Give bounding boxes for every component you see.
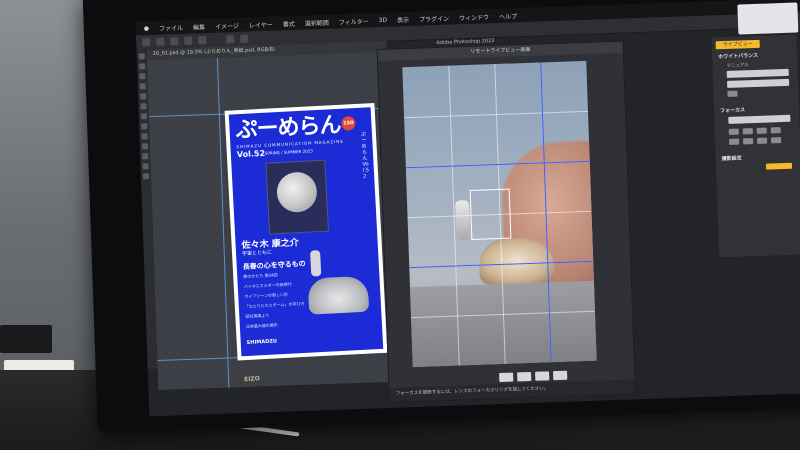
magazine-volume: Vol.52 xyxy=(236,148,266,160)
grid-toggle-button[interactable] xyxy=(535,371,550,381)
window-title[interactable]: リモートライブビュー画面 xyxy=(377,41,623,62)
magazine-spine-text: ぷーめらん Vol.52 xyxy=(360,131,370,180)
move-tool-icon[interactable] xyxy=(138,53,145,60)
eraser-tool-icon[interactable] xyxy=(141,123,148,130)
magazine-cover-art: ぷーめらん SHIMAZU COMMUNICATION MAGAZINE Vol… xyxy=(228,107,384,357)
tab-live-view[interactable]: ライブビュー xyxy=(715,39,760,50)
tool-preset-icon[interactable] xyxy=(142,38,151,47)
zoom-button[interactable] xyxy=(499,372,514,383)
featured-person-caption: 宇宙とともに xyxy=(241,249,273,258)
magazine-title: ぷーめらん xyxy=(234,112,342,144)
contents-line: 研究現場より xyxy=(245,312,270,320)
menu-item[interactable]: レイヤー xyxy=(249,19,273,29)
background-device xyxy=(0,325,52,353)
contents-line: 日本最大級の展示 xyxy=(245,322,278,330)
apple-icon[interactable]: ● xyxy=(144,25,149,32)
brush-tool-icon[interactable] xyxy=(140,103,147,110)
focus-chip[interactable] xyxy=(770,127,781,134)
camera-settings-panel: ライブビュー ホワイトバランス マニュアル フォーカス 撮影設定 xyxy=(711,34,800,258)
white-balance-field[interactable] xyxy=(726,68,789,78)
option-icon[interactable] xyxy=(170,37,179,46)
menu-item[interactable]: イメージ xyxy=(215,20,239,30)
mini-window[interactable] xyxy=(737,2,799,35)
hand-tool-icon[interactable] xyxy=(142,163,149,170)
monitor-brand-logo: EIZO xyxy=(243,375,261,384)
focus-field[interactable] xyxy=(728,114,791,124)
zoom-tool-icon[interactable] xyxy=(142,173,150,180)
focus-chip[interactable] xyxy=(756,127,767,134)
white-balance-value[interactable]: マニュアル xyxy=(726,62,749,69)
guide-line xyxy=(216,57,230,388)
magazine-date: SPRING / SUMMER 2023 xyxy=(264,148,313,156)
moon-photo xyxy=(265,159,330,235)
focus-label: フォーカス xyxy=(719,107,746,115)
magazine-cover: ぷーめらん SHIMAZU COMMUNICATION MAGAZINE Vol… xyxy=(224,102,388,361)
feature-title: 長春の心を守るもの xyxy=(242,259,306,272)
zoom-button[interactable] xyxy=(517,371,532,382)
astronaut-figure xyxy=(455,200,471,241)
color-temp-field[interactable] xyxy=(727,78,790,88)
menu-item[interactable]: 書式 xyxy=(283,19,295,28)
menu-item[interactable]: 3D xyxy=(378,16,387,23)
menu-item[interactable]: ファイル xyxy=(159,22,183,32)
lasso-tool-icon[interactable] xyxy=(139,73,146,80)
eyedropper-tool-icon[interactable] xyxy=(140,93,147,100)
contents-line: 夢のかたち 第04回 xyxy=(243,272,278,280)
capture-settings-label: 撮影設定 xyxy=(721,155,742,163)
contents-line: ライフシーンの新しい形 xyxy=(244,291,289,300)
toy-car xyxy=(307,275,370,315)
toy-car xyxy=(478,237,555,285)
menu-item[interactable]: 選択範囲 xyxy=(305,17,329,27)
scene: ● ファイル 編集 イメージ レイヤー 書式 選択範囲 フィルター 3D 表示 … xyxy=(0,0,800,450)
contents-line: 「ひとりたちとチーム」の学び方 xyxy=(244,300,305,310)
astronaut-figure xyxy=(309,250,322,277)
pen-tool-icon[interactable] xyxy=(141,143,149,150)
moon-icon xyxy=(275,171,318,214)
option-icon[interactable] xyxy=(226,35,235,44)
gradient-tool-icon[interactable] xyxy=(141,133,148,140)
focus-chip[interactable] xyxy=(729,138,740,145)
focus-chip[interactable] xyxy=(771,137,782,144)
focus-chip[interactable] xyxy=(757,137,768,144)
menu-item[interactable]: 表示 xyxy=(397,15,409,24)
monitor-screen: ● ファイル 編集 イメージ レイヤー 書式 選択範囲 フィルター 3D 表示 … xyxy=(135,0,800,417)
menu-item[interactable]: プラグイン xyxy=(419,13,449,23)
marquee-tool-icon[interactable] xyxy=(139,63,146,70)
menu-item[interactable]: 編集 xyxy=(193,22,205,31)
photoshop-canvas[interactable]: ぷーめらん SHIMAZU COMMUNICATION MAGAZINE Vol… xyxy=(146,52,389,390)
menu-item[interactable]: ヘルプ xyxy=(499,11,517,21)
option-icon[interactable] xyxy=(156,37,165,46)
option-icon[interactable] xyxy=(198,36,207,45)
focus-chip[interactable] xyxy=(728,128,739,135)
status-bar: フォーカスを調節するには、レンズのフォーカスリングを回してください。 xyxy=(389,379,635,402)
publisher-logo: SHIMADZU xyxy=(246,338,278,346)
type-tool-icon[interactable] xyxy=(142,153,149,160)
menu-item[interactable]: ウィンドウ xyxy=(459,12,489,22)
anniversary-badge: 150 xyxy=(341,116,356,131)
focus-chip[interactable] xyxy=(743,138,754,145)
remote-live-view-window[interactable]: リモートライブビュー画面 フォーカスを調節するには、レンズのフォーカスリングを回… xyxy=(376,40,636,403)
option-icon[interactable] xyxy=(184,36,193,45)
crop-tool-icon[interactable] xyxy=(139,83,146,90)
live-view-image[interactable] xyxy=(402,60,597,368)
contents-line: バイオエネルギーの新時代 xyxy=(243,281,292,290)
focus-chip[interactable] xyxy=(742,128,753,135)
option-icon[interactable] xyxy=(240,34,249,43)
stamp-tool-icon[interactable] xyxy=(140,113,147,120)
white-balance-label: ホワイトバランス xyxy=(718,52,759,61)
monitor: ● ファイル 編集 イメージ レイヤー 書式 選択範囲 フィルター 3D 表示 … xyxy=(82,0,800,434)
wb-chip[interactable] xyxy=(727,90,738,97)
autofocus-frame[interactable] xyxy=(469,188,512,240)
capture-button[interactable] xyxy=(553,370,568,381)
menu-item[interactable]: フィルター xyxy=(339,16,369,26)
capture-settings-button[interactable] xyxy=(765,162,793,170)
